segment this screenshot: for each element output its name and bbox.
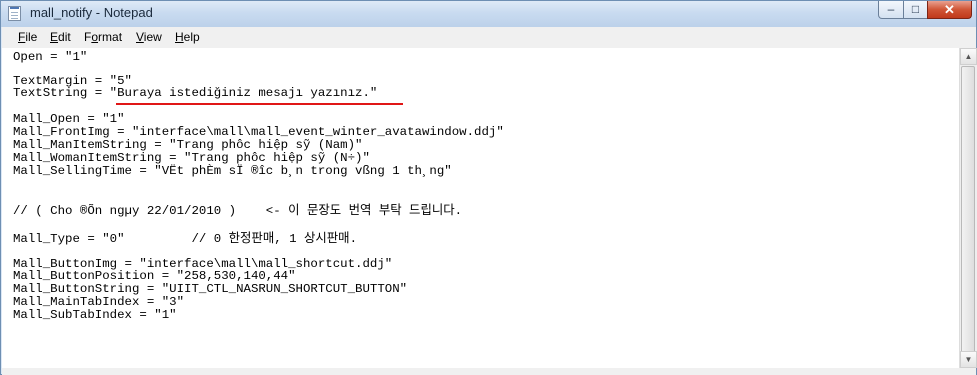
text-line: Mall_Open = "1" xyxy=(13,112,125,126)
menu-view[interactable]: View xyxy=(136,30,162,44)
notepad-window: mall_notify - Notepad – □ ✕ File Edit Fo… xyxy=(0,0,977,375)
close-button[interactable]: ✕ xyxy=(927,1,972,19)
menu-edit[interactable]: Edit xyxy=(50,30,71,44)
title-bar[interactable]: mall_notify - Notepad – □ ✕ xyxy=(1,1,976,27)
text-line: Open = "1" xyxy=(13,50,88,64)
text-line: Mall_SubTabIndex = "1" xyxy=(13,308,177,322)
text-line: TextString = "Buraya istediğiniz mesajı … xyxy=(13,86,378,100)
text-line: Mall_SellingTime = "VËt phÈm sÏ ®­îc b¸n… xyxy=(13,164,452,178)
text-line: Mall_ManItemString = "Trang phôc hiệp sỹ… xyxy=(13,138,363,152)
window-bottom-edge xyxy=(2,368,976,375)
menu-help[interactable]: Help xyxy=(175,30,200,44)
minimize-button[interactable]: – xyxy=(878,1,904,19)
menu-bar: File Edit Format View Help xyxy=(2,27,976,49)
text-line: // ( Cho ®Õn ngµy 22/01/2010 ) <- 이 문장도 … xyxy=(13,204,463,218)
text-line: Mall_Type = "0" // 0 한정판매, 1 상시판매. xyxy=(13,232,358,246)
text-line: Mall_WomanItemString = "Trang phôc hiệp … xyxy=(13,151,370,165)
text-editor[interactable]: Open = "1" TextMargin = "5" TextString =… xyxy=(2,48,959,368)
scroll-thumb[interactable] xyxy=(961,66,975,356)
scroll-up-button[interactable]: ▲ xyxy=(960,48,977,65)
text-line: Mall_ButtonPosition = "258,530,140,44" xyxy=(13,269,296,283)
text-line: Mall_ButtonString = "UIIT_CTL_NASRUN_SHO… xyxy=(13,282,408,296)
red-highlight-underline xyxy=(116,103,403,105)
menu-format[interactable]: Format xyxy=(84,30,122,44)
menu-file[interactable]: File xyxy=(18,30,37,44)
notepad-icon[interactable] xyxy=(8,6,21,21)
vertical-scrollbar[interactable]: ▲ ▼ xyxy=(959,48,977,368)
maximize-button[interactable]: □ xyxy=(903,1,928,19)
window-title: mall_notify - Notepad xyxy=(30,5,153,20)
text-line: Mall_FrontImg = "interface\mall\mall_eve… xyxy=(13,125,504,139)
text-line: Mall_MainTabIndex = "3" xyxy=(13,295,185,309)
scroll-down-button[interactable]: ▼ xyxy=(960,351,977,368)
